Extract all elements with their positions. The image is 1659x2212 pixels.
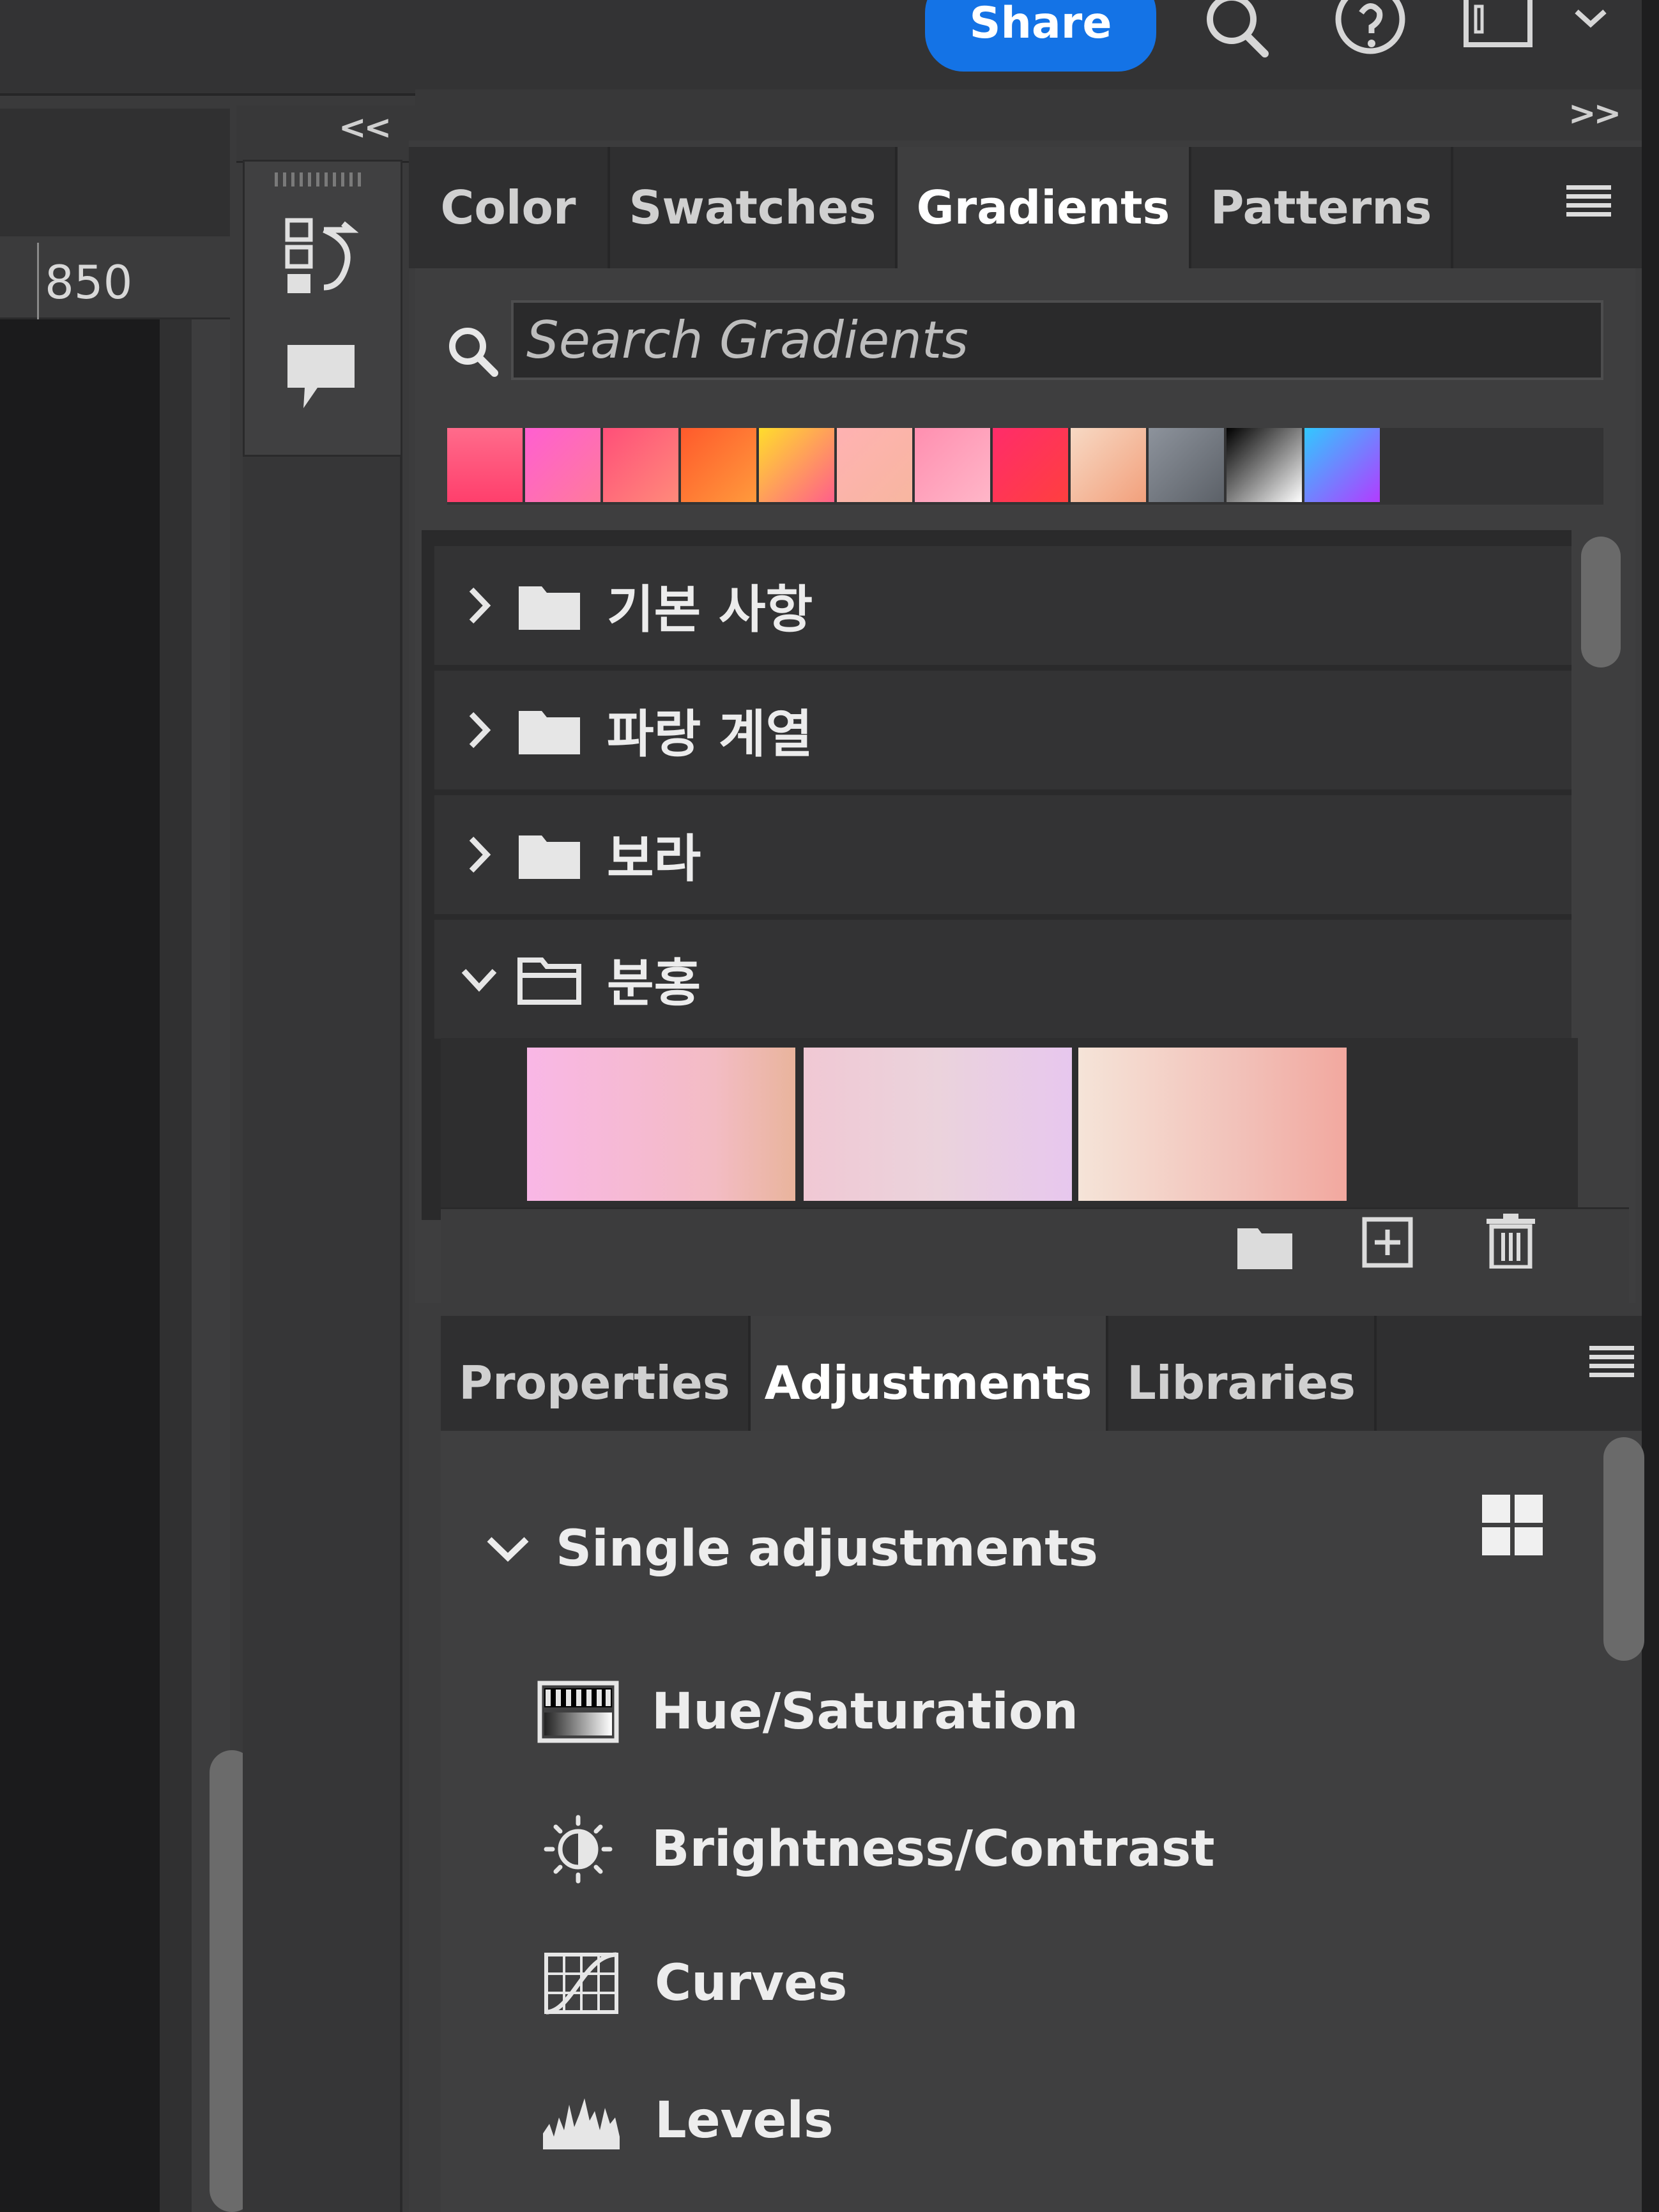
collapse-strip-right bbox=[415, 89, 1659, 147]
chevron-right-icon[interactable] bbox=[460, 583, 498, 628]
adjustment-brightness-contrast[interactable]: Brightness/Contrast bbox=[537, 1814, 1215, 1884]
tab-gradients[interactable]: Gradients bbox=[898, 147, 1191, 268]
recent-gradient-swatch[interactable] bbox=[603, 428, 678, 502]
folder-list-scrollbar[interactable] bbox=[1581, 537, 1621, 667]
adjustment-curves[interactable]: Curves bbox=[540, 1948, 847, 2018]
adjustment-label: Hue/Saturation bbox=[652, 1683, 1079, 1741]
recent-gradient-swatch[interactable] bbox=[993, 428, 1068, 502]
folder-row-pink[interactable]: 분홍 bbox=[434, 920, 1571, 1039]
comments-icon[interactable] bbox=[284, 342, 358, 412]
share-button[interactable]: Share bbox=[925, 0, 1156, 72]
folder-icon bbox=[519, 711, 580, 754]
expand-right-icon[interactable]: >> bbox=[1568, 95, 1621, 133]
tab-patterns[interactable]: Patterns bbox=[1191, 147, 1453, 268]
adjustment-hue-saturation[interactable]: Hue/Saturation bbox=[537, 1677, 1078, 1747]
recent-gradient-swatch[interactable] bbox=[447, 428, 523, 502]
gradient-thumbnail[interactable] bbox=[804, 1048, 1072, 1201]
tab-color[interactable]: Color bbox=[409, 147, 610, 268]
tab-properties[interactable]: Properties bbox=[441, 1316, 751, 1450]
folder-row-blues[interactable]: 파랑 계열 bbox=[434, 671, 1571, 789]
folder-label: 파랑 계열 bbox=[607, 705, 813, 764]
panel-tool-strip bbox=[243, 160, 402, 457]
collapse-left-icon[interactable]: << bbox=[339, 109, 392, 147]
folder-icon bbox=[519, 835, 580, 879]
chevron-down-icon[interactable] bbox=[485, 1533, 530, 1565]
search-icon[interactable] bbox=[1201, 0, 1271, 57]
history-icon[interactable] bbox=[284, 217, 361, 297]
recent-gradient-swatch[interactable] bbox=[1071, 428, 1146, 502]
brightness-contrast-icon bbox=[544, 1815, 613, 1884]
recent-gradient-swatch[interactable] bbox=[1304, 428, 1380, 502]
app-top-bar bbox=[0, 0, 1659, 96]
levels-icon bbox=[543, 2098, 620, 2149]
recent-gradient-swatch[interactable] bbox=[681, 428, 756, 502]
adjustment-label: Brightness/Contrast bbox=[652, 1820, 1215, 1878]
adjustments-scrollbar[interactable] bbox=[1603, 1437, 1644, 1661]
ruler-label: 850 bbox=[45, 256, 133, 309]
document-canvas[interactable] bbox=[0, 319, 160, 2212]
recent-gradient-swatch[interactable] bbox=[915, 428, 990, 502]
adjustments-panel-tabs: Properties Adjustments Libraries bbox=[441, 1316, 1642, 1450]
gradients-panel-footer bbox=[441, 1207, 1629, 1316]
drag-grip-icon[interactable] bbox=[275, 172, 364, 187]
adjustment-levels[interactable]: Levels bbox=[540, 2086, 834, 2156]
new-group-folder-icon[interactable] bbox=[1236, 1223, 1294, 1271]
chevron-down-icon[interactable] bbox=[1571, 0, 1610, 57]
new-gradient-icon[interactable] bbox=[1362, 1217, 1413, 1268]
folder-label: 분홍 bbox=[607, 954, 701, 1013]
tab-swatches[interactable]: Swatches bbox=[610, 147, 898, 268]
recent-gradient-swatch[interactable] bbox=[1149, 428, 1224, 502]
gradient-thumbnail[interactable] bbox=[1078, 1048, 1347, 1201]
single-adjustments-header[interactable]: Single adjustments bbox=[485, 1520, 1098, 1578]
folder-row-basics[interactable]: 기본 사항 bbox=[434, 546, 1571, 665]
recent-gradient-swatch[interactable] bbox=[525, 428, 600, 502]
adjustment-label: Levels bbox=[655, 2092, 834, 2149]
recent-gradients-row bbox=[447, 428, 1603, 505]
gradient-thumbnail[interactable] bbox=[527, 1048, 795, 1201]
tab-adjustments[interactable]: Adjustments bbox=[751, 1316, 1108, 1450]
chevron-right-icon[interactable] bbox=[460, 708, 498, 752]
workspace-icon[interactable] bbox=[1463, 0, 1533, 57]
folder-label: 보라 bbox=[607, 829, 701, 889]
trash-icon[interactable] bbox=[1485, 1212, 1536, 1269]
curves-icon bbox=[544, 1952, 618, 2015]
grid-view-icon[interactable] bbox=[1482, 1495, 1543, 1555]
folder-row-purple[interactable]: 보라 bbox=[434, 795, 1571, 914]
panel-menu-icon[interactable] bbox=[1566, 185, 1611, 217]
search-gradients-input[interactable]: Search Gradients bbox=[511, 300, 1603, 380]
chevron-right-icon[interactable] bbox=[460, 832, 498, 877]
adjustment-label: Curves bbox=[655, 1955, 848, 2012]
screen-edge bbox=[1642, 0, 1659, 2212]
folder-label: 기본 사항 bbox=[607, 580, 813, 639]
folder-icon bbox=[519, 586, 580, 630]
tool-column bbox=[243, 457, 402, 2212]
panel-menu-icon[interactable] bbox=[1589, 1346, 1634, 1378]
recent-gradient-swatch[interactable] bbox=[759, 428, 834, 502]
recent-gradient-swatch[interactable] bbox=[1227, 428, 1302, 502]
recent-gradient-swatch[interactable] bbox=[837, 428, 912, 502]
hue-saturation-icon bbox=[537, 1681, 619, 1743]
ruler-tick bbox=[37, 243, 39, 319]
search-icon bbox=[449, 328, 498, 377]
tab-libraries[interactable]: Libraries bbox=[1108, 1316, 1377, 1450]
gradients-panel-tabs: Color Swatches Gradients Patterns bbox=[409, 147, 1642, 268]
chevron-down-icon[interactable] bbox=[460, 957, 498, 1002]
section-label: Single adjustments bbox=[556, 1520, 1098, 1578]
help-icon[interactable] bbox=[1332, 0, 1409, 57]
open-folder-icon bbox=[517, 957, 581, 1005]
